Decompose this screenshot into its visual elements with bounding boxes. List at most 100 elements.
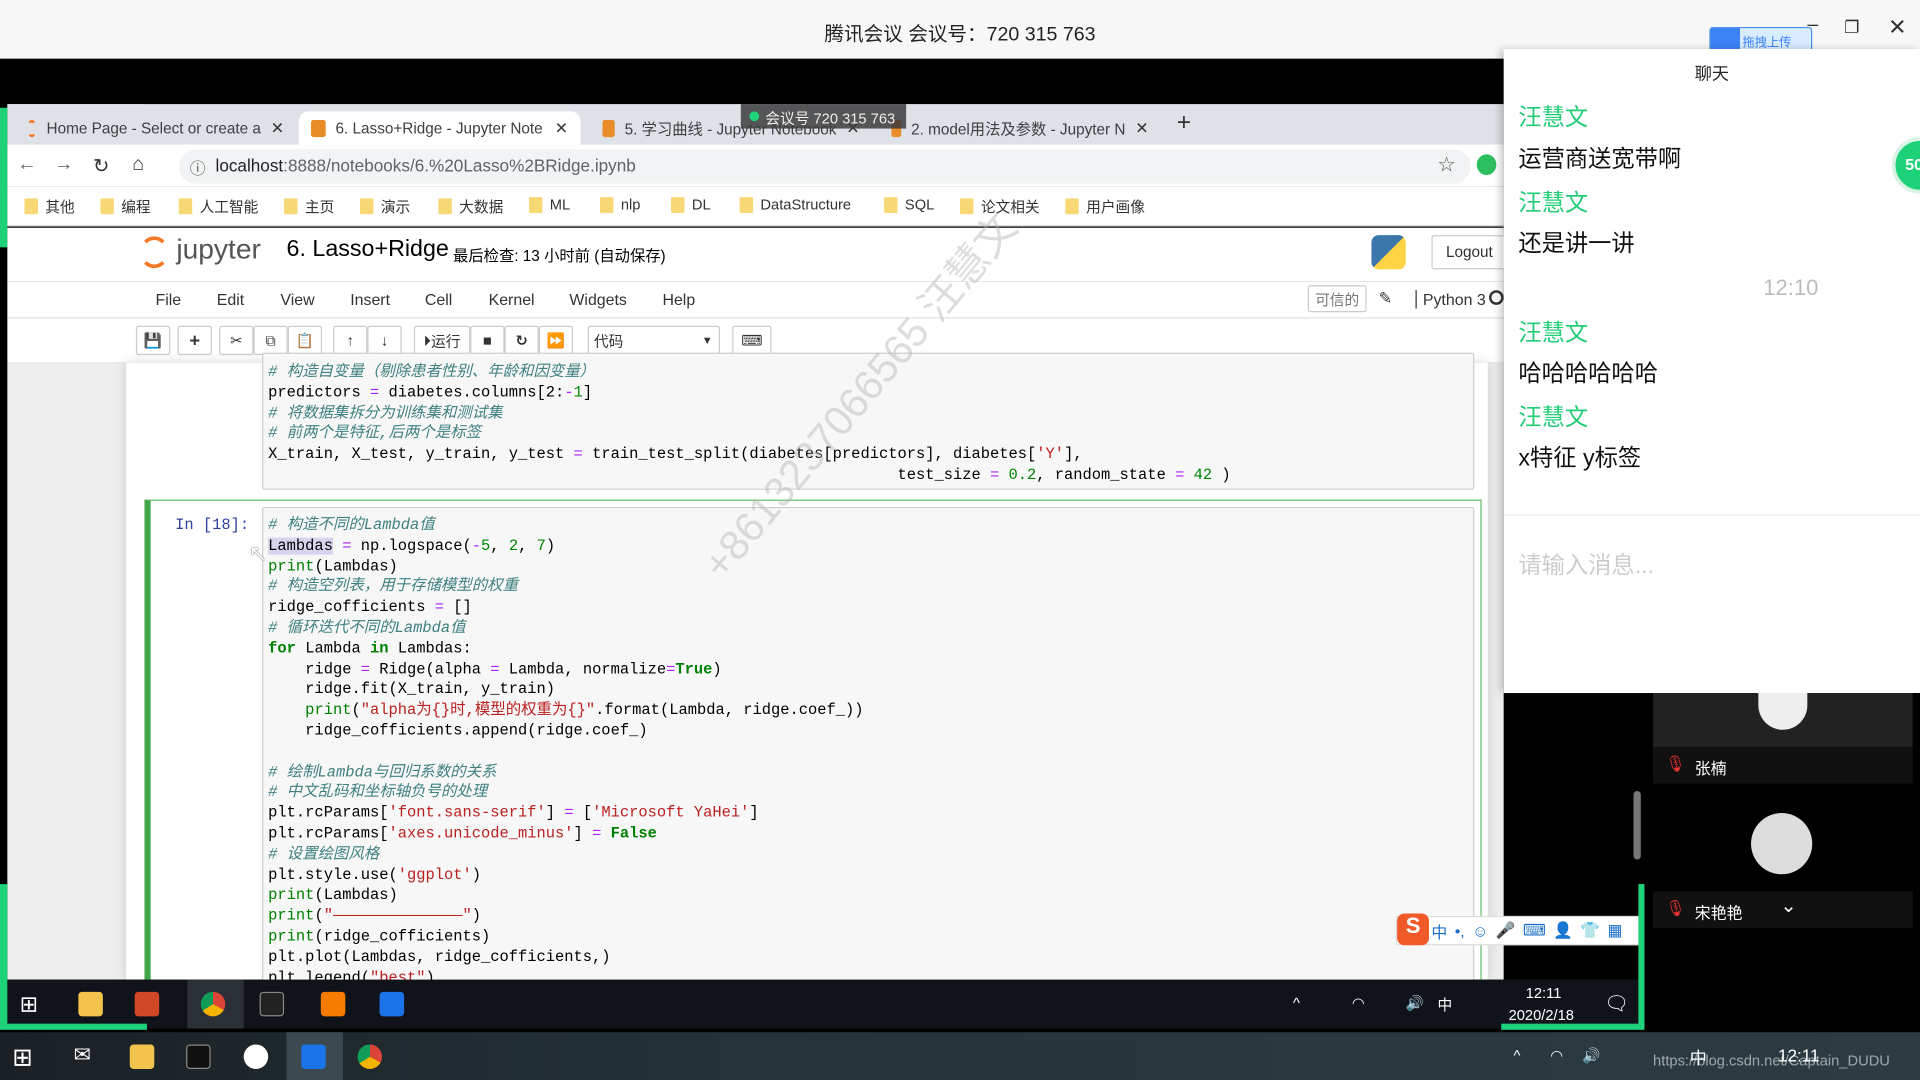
evernote-extension-icon[interactable] xyxy=(1476,154,1497,176)
windows-start-icon[interactable]: ⊞ xyxy=(12,1042,33,1073)
url-input[interactable]: ⓘ localhost:8888/notebooks/6.%20Lasso%2BR… xyxy=(178,149,1471,184)
restore-button[interactable]: ❐ xyxy=(1844,17,1859,38)
bookmark-item[interactable]: 编程 xyxy=(100,196,151,217)
close-tab-icon[interactable]: ✕ xyxy=(555,118,568,138)
meeting-app-icon[interactable] xyxy=(243,1044,269,1069)
bookmark-item[interactable]: nlp xyxy=(600,196,640,213)
avatar xyxy=(1751,813,1813,875)
jupyter-logo-text[interactable]: jupyter xyxy=(176,233,261,266)
powerpoint-icon[interactable] xyxy=(134,991,160,1017)
cell-type-select[interactable]: 代码 ▼ xyxy=(587,325,721,356)
menu-kernel[interactable]: Kernel xyxy=(489,290,535,308)
close-tab-icon[interactable]: ✕ xyxy=(1135,118,1148,138)
notebook-title[interactable]: 6. Lasso+Ridge xyxy=(287,236,449,263)
chrome-icon[interactable] xyxy=(200,991,226,1017)
close-button[interactable]: ✕ xyxy=(1888,15,1906,41)
trusted-indicator[interactable]: 可信的 xyxy=(1307,285,1367,313)
interrupt-icon[interactable]: ■ xyxy=(470,325,505,356)
bookmark-item[interactable]: 用户画像 xyxy=(1065,196,1145,217)
bookmark-item[interactable]: ML xyxy=(528,196,570,213)
save-icon[interactable]: 💾 xyxy=(135,325,171,356)
tencent-meeting-icon[interactable] xyxy=(301,1044,326,1069)
bookmark-item[interactable]: DataStructure xyxy=(739,196,851,213)
bookmark-item[interactable]: 大数据 xyxy=(438,196,503,217)
menu-insert[interactable]: Insert xyxy=(350,290,390,308)
skin-icon[interactable]: 👕 xyxy=(1580,921,1600,941)
keyboard-shortcuts-icon[interactable]: ⌨ xyxy=(732,325,772,356)
tencent-meeting-icon[interactable] xyxy=(379,991,405,1017)
bookmark-item[interactable]: 人工智能 xyxy=(178,196,258,217)
menu-widgets[interactable]: Widgets xyxy=(569,290,627,308)
mail-icon[interactable]: ✉ xyxy=(73,1043,90,1067)
inner-ime-indicator[interactable]: 中 xyxy=(1438,994,1453,1015)
chevron-down-icon[interactable]: ⌄ xyxy=(1780,894,1796,918)
participant-tile[interactable]: 🎙 张楠 xyxy=(1653,746,1913,784)
terminal-icon[interactable] xyxy=(259,991,285,1017)
tab-lasso-ridge[interactable]: 6. Lasso+Ridge - Jupyter Note ✕ xyxy=(298,111,581,145)
restart-icon[interactable]: ↻ xyxy=(504,325,539,356)
tab-model[interactable]: 2. model用法及参数 - Jupyter N ✕ xyxy=(879,111,1161,144)
notebook-favicon-icon xyxy=(602,119,615,137)
forward-icon[interactable]: → xyxy=(54,154,74,176)
emoji-icon[interactable]: ☺ xyxy=(1472,921,1488,939)
move-up-icon[interactable]: ↑ xyxy=(333,325,368,356)
bookmark-item[interactable]: 演示 xyxy=(360,196,410,217)
inner-clock-date[interactable]: 2020/2/18 xyxy=(1509,1007,1574,1024)
chat-input[interactable]: 请输入消息... xyxy=(1518,547,1654,580)
bookmark-item[interactable]: SQL xyxy=(884,196,934,213)
bookmark-item[interactable]: 其他 xyxy=(24,196,75,217)
paste-icon[interactable]: 📋 xyxy=(287,325,323,356)
bookmark-star-icon[interactable]: ☆ xyxy=(1437,153,1456,177)
app-icon[interactable] xyxy=(320,991,346,1017)
selected-code-cell[interactable]: In [18]: # 构造不同的Lambda值 Lambdas = np.logs… xyxy=(144,499,1482,997)
share-frame-right xyxy=(1638,884,1645,1029)
keyboard-icon[interactable]: ⌨ xyxy=(1523,921,1546,941)
code-token: np.logspace( xyxy=(351,537,472,555)
run-button[interactable]: ⏵ 运行 xyxy=(413,325,471,356)
upload-button[interactable]: 拖拽上传 xyxy=(1709,26,1813,52)
file-explorer-icon[interactable] xyxy=(78,991,103,1017)
copy-icon[interactable]: ⧉ xyxy=(253,325,288,356)
inner-clock-time[interactable]: 12:11 xyxy=(1526,984,1562,1001)
new-tab-button[interactable]: + xyxy=(1177,109,1191,137)
grid-icon[interactable]: ▦ xyxy=(1608,921,1623,941)
punctuation-icon[interactable]: •, xyxy=(1455,921,1465,939)
microphone-icon[interactable]: 🎤 xyxy=(1496,921,1516,941)
file-explorer-icon[interactable] xyxy=(129,1044,155,1069)
bookmark-item[interactable]: 主页 xyxy=(284,196,334,217)
tray-chevron-icon[interactable]: ^ xyxy=(1293,994,1300,1011)
code-line: plt.style.use('ggplot') xyxy=(268,865,1468,886)
logout-button[interactable]: Logout xyxy=(1431,235,1508,270)
tab-home[interactable]: Home Page - Select or create a ✕ xyxy=(15,111,297,144)
bookmark-item[interactable]: DL xyxy=(671,196,711,213)
minimize-button[interactable]: – xyxy=(1807,15,1818,37)
home-icon[interactable]: ⌂ xyxy=(132,154,144,176)
menu-view[interactable]: View xyxy=(280,290,314,308)
code-token: # 中文乱码和坐标轴负号的处理 xyxy=(268,784,488,802)
menu-cell[interactable]: Cell xyxy=(425,290,452,308)
menu-file[interactable]: File xyxy=(156,290,182,308)
user-icon[interactable]: 👤 xyxy=(1553,921,1573,941)
code-editor[interactable]: # 构造不同的Lambda值 Lambdas = np.logspace(-5, … xyxy=(262,506,1475,997)
restart-run-all-icon[interactable]: ⏩ xyxy=(538,325,574,356)
ime-mode[interactable]: 中 xyxy=(1431,919,1447,942)
insert-cell-icon[interactable]: + xyxy=(177,325,212,356)
chrome-icon[interactable] xyxy=(357,1044,383,1069)
scrollbar-thumb[interactable] xyxy=(1633,791,1641,860)
reload-icon[interactable]: ↻ xyxy=(93,154,109,178)
tray-chevron-icon[interactable]: ^ xyxy=(1513,1047,1520,1064)
volume-icon[interactable]: 🔊 xyxy=(1406,994,1424,1011)
menu-help[interactable]: Help xyxy=(662,290,695,308)
move-down-icon[interactable]: ↓ xyxy=(367,325,402,356)
wifi-icon[interactable]: ◠ xyxy=(1550,1047,1563,1064)
volume-icon[interactable]: 🔊 xyxy=(1582,1047,1600,1064)
cut-icon[interactable]: ✂ xyxy=(219,325,254,356)
wifi-icon[interactable]: ◠ xyxy=(1352,994,1365,1011)
terminal-icon[interactable] xyxy=(186,1044,211,1069)
back-icon[interactable]: ← xyxy=(17,154,37,176)
participant-tile[interactable]: 🎙 宋艳艳 ⌄ xyxy=(1653,891,1913,929)
menu-edit[interactable]: Edit xyxy=(217,290,244,308)
windows-start-icon[interactable]: ⊞ xyxy=(20,992,38,1018)
notification-icon[interactable]: 🗨 xyxy=(1604,992,1629,1016)
close-tab-icon[interactable]: ✕ xyxy=(271,118,284,138)
